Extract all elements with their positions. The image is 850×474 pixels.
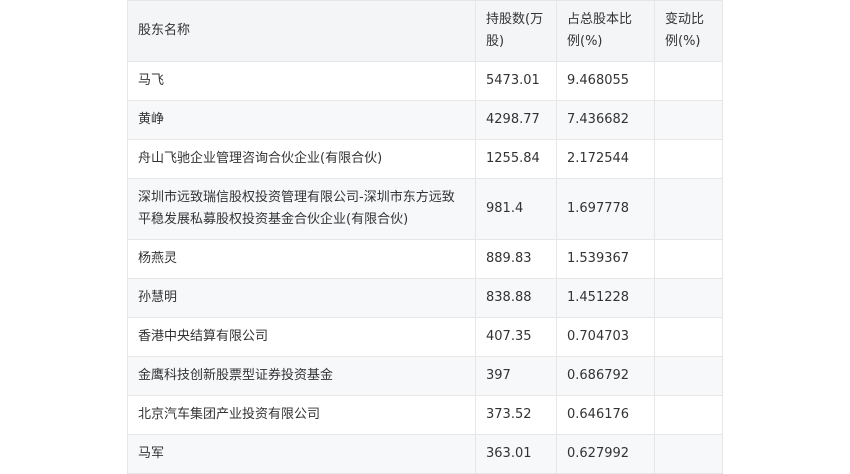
header-shares: 持股数(万股): [475, 0, 557, 62]
cell-name: 孙慧明: [127, 278, 476, 318]
cell-ratio: 1.451228: [556, 278, 655, 318]
table-row: 香港中央结算有限公司 407.35 0.704703: [127, 317, 723, 357]
cell-shares: 373.52: [475, 395, 557, 435]
table-row: 北京汽车集团产业投资有限公司 373.52 0.646176: [127, 395, 723, 435]
cell-ratio: 1.539367: [556, 239, 655, 279]
cell-name: 黄峥: [127, 100, 476, 140]
cell-change: [654, 239, 723, 279]
cell-name: 香港中央结算有限公司: [127, 317, 476, 357]
cell-change: [654, 356, 723, 396]
cell-ratio: 0.646176: [556, 395, 655, 435]
table-row: 杨燕灵 889.83 1.539367: [127, 239, 723, 279]
table-row: 黄峥 4298.77 7.436682: [127, 100, 723, 140]
cell-change: [654, 178, 723, 240]
cell-ratio: 0.627992: [556, 434, 655, 474]
cell-name: 杨燕灵: [127, 239, 476, 279]
cell-ratio: 1.697778: [556, 178, 655, 240]
header-row: 股东名称 持股数(万股) 占总股本比例(%) 变动比例(%): [127, 0, 723, 62]
shareholder-table: 股东名称 持股数(万股) 占总股本比例(%) 变动比例(%) 马飞 5473.0…: [127, 0, 723, 474]
cell-change: [654, 395, 723, 435]
cell-name: 北京汽车集团产业投资有限公司: [127, 395, 476, 435]
cell-change: [654, 317, 723, 357]
cell-change: [654, 139, 723, 179]
cell-ratio: 7.436682: [556, 100, 655, 140]
cell-name: 马军: [127, 434, 476, 474]
header-ratio: 占总股本比例(%): [556, 0, 655, 62]
cell-ratio: 9.468055: [556, 61, 655, 101]
cell-shares: 981.4: [475, 178, 557, 240]
cell-shares: 5473.01: [475, 61, 557, 101]
cell-shares: 363.01: [475, 434, 557, 474]
cell-shares: 889.83: [475, 239, 557, 279]
table-row: 孙慧明 838.88 1.451228: [127, 278, 723, 318]
cell-shares: 397: [475, 356, 557, 396]
cell-shares: 4298.77: [475, 100, 557, 140]
cell-name: 深圳市远致瑞信股权投资管理有限公司-深圳市东方远致平稳发展私募股权投资基金合伙企…: [127, 178, 476, 240]
cell-name: 金鹰科技创新股票型证券投资基金: [127, 356, 476, 396]
cell-shares: 1255.84: [475, 139, 557, 179]
cell-change: [654, 278, 723, 318]
table-header: 股东名称 持股数(万股) 占总股本比例(%) 变动比例(%): [127, 0, 723, 62]
table-row: 马飞 5473.01 9.468055: [127, 61, 723, 101]
table-row: 舟山飞驰企业管理咨询合伙企业(有限合伙) 1255.84 2.172544: [127, 139, 723, 179]
header-shareholder-name: 股东名称: [127, 0, 476, 62]
table-body: 马飞 5473.01 9.468055 黄峥 4298.77 7.436682 …: [127, 61, 723, 474]
cell-change: [654, 61, 723, 101]
table-row: 马军 363.01 0.627992: [127, 434, 723, 474]
cell-ratio: 2.172544: [556, 139, 655, 179]
cell-change: [654, 100, 723, 140]
table-row: 深圳市远致瑞信股权投资管理有限公司-深圳市东方远致平稳发展私募股权投资基金合伙企…: [127, 178, 723, 240]
cell-name: 马飞: [127, 61, 476, 101]
cell-shares: 838.88: [475, 278, 557, 318]
cell-shares: 407.35: [475, 317, 557, 357]
cell-change: [654, 434, 723, 474]
cell-ratio: 0.704703: [556, 317, 655, 357]
cell-name: 舟山飞驰企业管理咨询合伙企业(有限合伙): [127, 139, 476, 179]
header-change: 变动比例(%): [654, 0, 723, 62]
cell-ratio: 0.686792: [556, 356, 655, 396]
table-row: 金鹰科技创新股票型证券投资基金 397 0.686792: [127, 356, 723, 396]
